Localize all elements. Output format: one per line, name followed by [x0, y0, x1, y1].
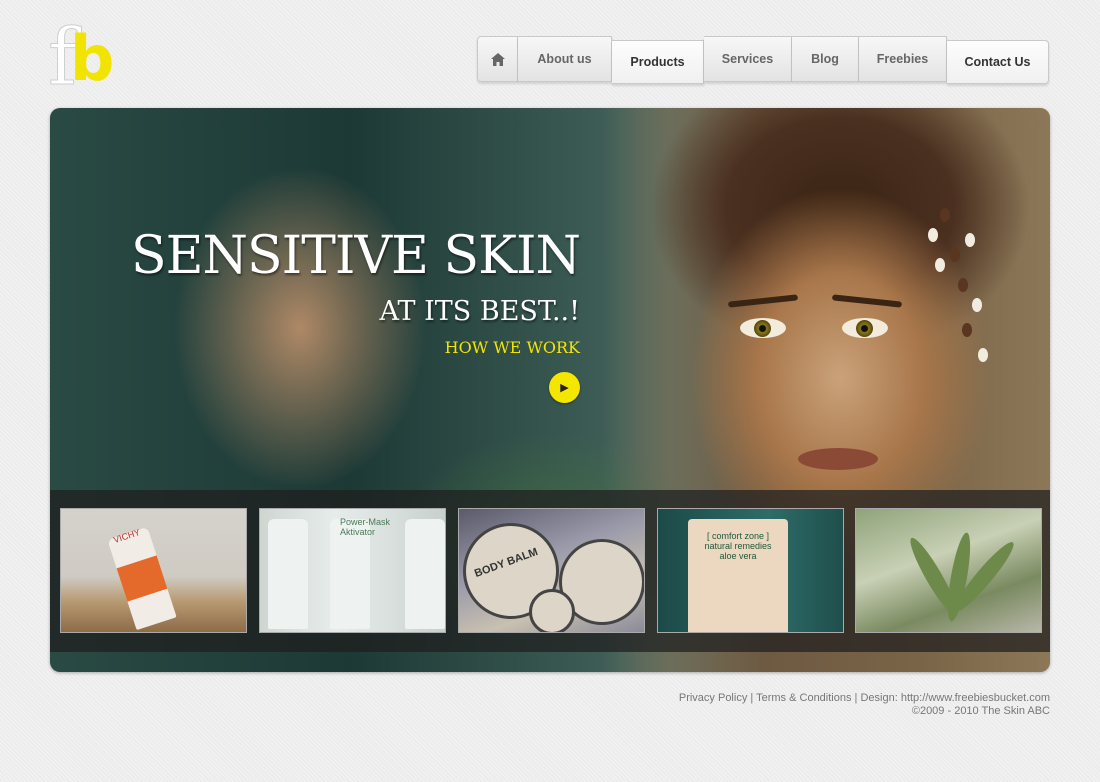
thumbnail-caption: [ comfort zone ] natural remedies aloe v… — [704, 531, 772, 561]
hero-title: SENSITIVE SKIN — [130, 226, 581, 286]
nav-label: About us — [537, 52, 592, 66]
nav-label: Contact Us — [964, 55, 1031, 69]
coffee-bean — [965, 233, 975, 247]
nav-label: Products — [630, 55, 685, 69]
terms-link[interactable]: Terms & Conditions — [756, 692, 851, 704]
coffee-bean — [978, 348, 988, 362]
hero-subtitle: AT ITS BEST..! — [379, 296, 580, 327]
footer: Privacy Policy | Terms & Conditions | De… — [679, 692, 1050, 718]
coffee-bean — [928, 228, 938, 242]
eye — [740, 318, 786, 338]
brow — [727, 294, 799, 308]
eye — [842, 318, 888, 338]
nav-products[interactable]: Products — [612, 40, 704, 84]
nav-freebies[interactable]: Freebies — [859, 36, 947, 82]
main-nav: About us Products Services Blog Freebies… — [477, 36, 1049, 84]
site-logo[interactable]: f b — [48, 18, 130, 94]
hero-banner: SENSITIVE SKIN AT ITS BEST..! HOW WE WOR… — [50, 108, 1050, 672]
nav-label: Services — [721, 52, 774, 66]
coffee-bean — [950, 248, 960, 262]
brow — [831, 294, 903, 308]
privacy-policy-link[interactable]: Privacy Policy — [679, 692, 747, 704]
product-thumbnail[interactable] — [855, 508, 1042, 633]
nav-about-us[interactable]: About us — [518, 36, 612, 82]
nav-services[interactable]: Services — [704, 36, 792, 82]
svg-text:b: b — [70, 22, 114, 94]
lips — [798, 448, 878, 470]
coffee-bean — [958, 278, 968, 292]
product-thumbnail[interactable]: BODY BALM — [458, 508, 645, 633]
nav-label: Blog — [811, 52, 839, 66]
coffee-bean — [935, 258, 945, 272]
nav-label: Freebies — [876, 52, 929, 66]
how-we-work-link[interactable]: HOW WE WORK — [380, 338, 580, 357]
product-bottle-image — [268, 519, 308, 629]
coffee-bean — [940, 208, 950, 222]
product-jar-image — [529, 589, 575, 632]
copyright: ©2009 - 2010 The Skin ABC — [911, 705, 1050, 717]
design-credit-link[interactable]: Design: http://www.freebiesbucket.com — [860, 692, 1050, 704]
home-icon — [490, 52, 505, 66]
coffee-bean — [972, 298, 982, 312]
product-thumbnail-strip: VICHY Power-Mask Aktivator BODY BALM [ c… — [50, 490, 1050, 652]
thumbnail-caption: Power-Mask Aktivator — [340, 517, 391, 537]
nav-contact-us[interactable]: Contact Us — [947, 40, 1049, 84]
product-thumbnail[interactable]: [ comfort zone ] natural remedies aloe v… — [657, 508, 844, 633]
play-button[interactable]: ▶ — [549, 372, 580, 403]
coffee-bean — [962, 323, 972, 337]
footer-separator: | — [747, 692, 757, 704]
play-icon: ▶ — [560, 382, 569, 394]
nav-blog[interactable]: Blog — [792, 36, 859, 82]
product-thumbnail[interactable]: VICHY — [60, 508, 247, 633]
product-thumbnail[interactable]: Power-Mask Aktivator — [259, 508, 446, 633]
nav-home[interactable] — [477, 36, 518, 82]
product-bottle-image — [405, 519, 445, 629]
footer-links: Privacy Policy | Terms & Conditions | De… — [679, 692, 1050, 705]
